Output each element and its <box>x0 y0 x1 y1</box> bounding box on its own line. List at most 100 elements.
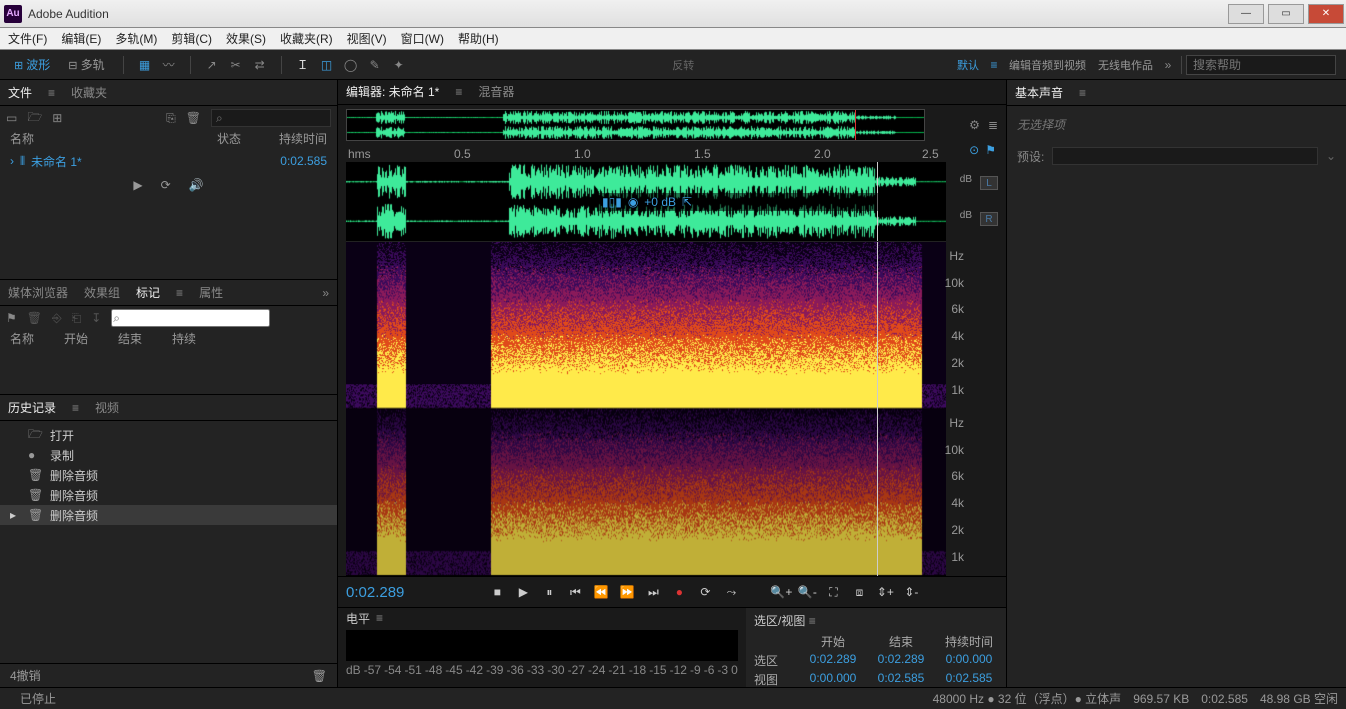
essential-menu-icon[interactable]: ≡ <box>1079 86 1086 100</box>
col-marker-dur[interactable]: 持续 <box>172 330 196 350</box>
more-workspaces-icon[interactable]: » <box>1159 56 1177 74</box>
tab-mixer[interactable]: 混音器 <box>478 83 514 100</box>
levels-menu-icon[interactable]: ≡ <box>376 611 383 625</box>
minimize-button[interactable]: — <box>1228 4 1264 24</box>
lasso-tool-icon[interactable]: ◯ <box>342 56 360 74</box>
menu-view[interactable]: 视图(V) <box>347 30 387 47</box>
preset-dropdown[interactable] <box>1052 147 1318 165</box>
db-value[interactable]: +0 dB <box>644 195 676 209</box>
play-preview-icon[interactable]: ▶ <box>133 178 142 192</box>
delete-marker-icon[interactable]: 🗑 <box>27 311 42 325</box>
menu-clip[interactable]: 剪辑(C) <box>171 30 212 47</box>
zoom-sel-icon[interactable]: ⧈ <box>848 581 870 603</box>
editor-menu-icon[interactable]: ≡ <box>455 85 462 99</box>
view-dur[interactable]: 0:02.585 <box>940 671 998 687</box>
tab-video[interactable]: 视频 <box>95 399 119 416</box>
overview-opt1-icon[interactable]: ⚙ <box>969 118 980 132</box>
close-button[interactable]: ✕ <box>1308 4 1344 24</box>
tab-properties[interactable]: 属性 <box>199 284 223 301</box>
menu-edit[interactable]: 编辑(E) <box>61 30 101 47</box>
tab-media-browser[interactable]: 媒体浏览器 <box>8 284 68 301</box>
pitch-display-icon[interactable]: 〰 <box>160 56 178 74</box>
play-button[interactable]: ▶ <box>512 581 534 603</box>
spectral-display[interactable] <box>346 242 946 576</box>
overview-timeline[interactable] <box>346 109 925 141</box>
pause-button[interactable]: ⏸ <box>538 581 560 603</box>
view-end[interactable]: 0:02.585 <box>872 671 930 687</box>
forward-button[interactable]: ⏩ <box>616 581 638 603</box>
help-search-input[interactable] <box>1186 55 1336 75</box>
zoom-out-icon[interactable]: 🔍- <box>796 581 818 603</box>
tab-history[interactable]: 历史记录 <box>8 399 56 416</box>
stop-button[interactable]: ■ <box>486 581 508 603</box>
markers-search-input[interactable] <box>111 309 270 327</box>
history-item[interactable]: 🗑删除音频 <box>0 485 337 505</box>
view-waveform-button[interactable]: ⊞ 波形 <box>8 54 56 75</box>
view-start[interactable]: 0:00.000 <box>804 671 862 687</box>
new-file-icon[interactable]: ▭ <box>6 111 17 125</box>
loop-preview-icon[interactable]: ⟳ <box>161 178 171 192</box>
add-marker-icon[interactable]: ⚑ <box>6 311 17 325</box>
go-start-button[interactable]: ⏮ <box>564 581 586 603</box>
razor-tool-icon[interactable]: ✂ <box>227 56 245 74</box>
rewind-button[interactable]: ⏪ <box>590 581 612 603</box>
level-meter[interactable] <box>346 630 738 661</box>
pin-icon[interactable]: ⊙ <box>969 143 979 157</box>
brush-tool-icon[interactable]: ✎ <box>366 56 384 74</box>
workspace-default[interactable]: 默认 <box>951 55 985 75</box>
marker-tool-icon[interactable]: ⎆ <box>52 311 62 326</box>
history-menu-icon[interactable]: ≡ <box>72 401 79 415</box>
menu-multitrack[interactable]: 多轨(M) <box>115 30 157 47</box>
move-tool-icon[interactable]: ↗ <box>203 56 221 74</box>
open-file-icon[interactable]: 🗁 <box>27 108 42 129</box>
zoom-in-icon[interactable]: 🔍+ <box>770 581 792 603</box>
time-ruler[interactable]: hms 0.5 1.0 1.5 2.0 2.5 ⊙ ⚑ <box>346 145 946 162</box>
hud-knob-icon[interactable]: ◉ <box>628 195 638 209</box>
sel-start[interactable]: 0:02.289 <box>804 652 862 669</box>
zoom-full-icon[interactable]: ⛶ <box>822 581 844 603</box>
col-duration[interactable]: 持续时间 <box>267 130 327 150</box>
history-item[interactable]: 🗁打开 <box>0 425 337 445</box>
menu-window[interactable]: 窗口(W) <box>401 30 444 47</box>
col-status[interactable]: 状态 <box>217 130 267 150</box>
tab-markers[interactable]: 标记 <box>136 284 160 301</box>
delete-icon[interactable]: 🗑 <box>186 111 201 125</box>
col-name[interactable]: 名称 <box>10 130 217 150</box>
zoom-in-v-icon[interactable]: ⇕+ <box>874 581 896 603</box>
preset-chevron-icon[interactable]: ⌄ <box>1326 149 1336 163</box>
tab-files[interactable]: 文件 <box>8 84 32 101</box>
history-item[interactable]: ▸🗑删除音频 <box>0 505 337 525</box>
skip-button[interactable]: ⤳ <box>720 581 742 603</box>
go-end-button[interactable]: ⏭ <box>642 581 664 603</box>
tab-effects[interactable]: 效果组 <box>84 284 120 301</box>
menu-help[interactable]: 帮助(H) <box>458 30 499 47</box>
marquee-tool-icon[interactable]: ◫ <box>318 56 336 74</box>
zoom-out-v-icon[interactable]: ⇕- <box>900 581 922 603</box>
view-multitrack-button[interactable]: ⊟ 多轨 <box>62 54 110 75</box>
hud-pin-icon[interactable]: ⇱ <box>682 195 692 209</box>
tab-favorites[interactable]: 收藏夹 <box>71 84 107 101</box>
playhead-time[interactable]: 0:02.289 <box>346 584 446 601</box>
markers-menu-icon[interactable]: ≡ <box>176 286 183 300</box>
slip-tool-icon[interactable]: ⇄ <box>251 56 269 74</box>
maximize-button[interactable]: ▭ <box>1268 4 1304 24</box>
tab-editor[interactable]: 编辑器: 未命名 1* <box>346 83 439 100</box>
loop-button[interactable]: ⟳ <box>694 581 716 603</box>
time-select-tool-icon[interactable]: Ｉ <box>294 56 312 74</box>
menu-favorites[interactable]: 收藏夹(R) <box>280 30 333 47</box>
menu-effects[interactable]: 效果(S) <box>226 30 266 47</box>
marker-tool3-icon[interactable]: ↧ <box>91 311 101 325</box>
col-marker-name[interactable]: 名称 <box>10 330 34 350</box>
files-search-input[interactable] <box>211 109 331 127</box>
record-button[interactable]: ● <box>668 581 690 603</box>
marker-tool2-icon[interactable]: ⎗ <box>72 311 82 326</box>
rotate-button[interactable]: 反转 <box>666 55 700 75</box>
new-multitrack-icon[interactable]: ⊞ <box>52 111 62 125</box>
col-marker-end[interactable]: 结束 <box>118 330 142 350</box>
channel-left-label[interactable]: L <box>980 176 998 190</box>
heal-tool-icon[interactable]: ✦ <box>390 56 408 74</box>
sel-end[interactable]: 0:02.289 <box>872 652 930 669</box>
marker-icon[interactable]: ⚑ <box>985 143 996 157</box>
waveform-display[interactable]: ▮▯▮ ◉ +0 dB ⇱ <box>346 162 946 242</box>
workspace-radio[interactable]: 无线电作品 <box>1092 55 1159 75</box>
